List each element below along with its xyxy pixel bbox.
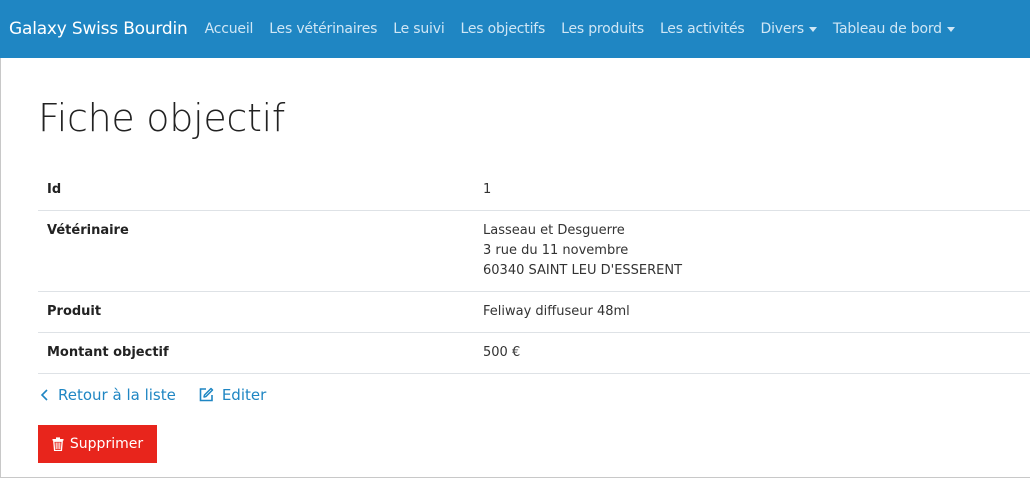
back-to-list-link[interactable]: Retour à la liste bbox=[40, 386, 176, 404]
nav-item-objectifs[interactable]: Les objectifs bbox=[461, 21, 546, 37]
nav-dropdown-divers-label: Divers bbox=[760, 21, 805, 37]
produit-label: Produit bbox=[38, 291, 474, 333]
veterinaire-name: Lasseau et Desguerre bbox=[483, 223, 625, 238]
table-row: Produit Feliway diffuseur 48ml bbox=[38, 291, 1030, 333]
delete-label: Supprimer bbox=[69, 436, 144, 452]
id-label: Id bbox=[47, 182, 62, 197]
edit-link[interactable]: Editer bbox=[198, 386, 266, 404]
details-table: Id 1 Vétérinaire Lasseau et Desguerre 3 … bbox=[38, 170, 1030, 374]
delete-button[interactable]: Supprimer bbox=[38, 425, 157, 463]
brand-link[interactable]: Galaxy Swiss Bourdin bbox=[9, 19, 188, 39]
page-title: Fiche objectif bbox=[38, 96, 285, 140]
nav-item-suivi[interactable]: Le suivi bbox=[393, 21, 444, 37]
chevron-left-icon bbox=[40, 389, 48, 401]
nav-dropdown-tableau-label: Tableau de bord bbox=[832, 21, 942, 37]
veterinaire-value: Lasseau et Desguerre 3 rue du 11 novembr… bbox=[474, 210, 1030, 292]
edit-icon bbox=[199, 387, 214, 402]
nav-item-veterinaires[interactable]: Les vétérinaires bbox=[269, 21, 377, 37]
caret-down-icon bbox=[946, 26, 955, 32]
veterinaire-street: 3 rue du 11 novembre bbox=[483, 243, 629, 258]
table-row: Id 1 bbox=[38, 170, 1030, 211]
nav-item-activites[interactable]: Les activités bbox=[660, 21, 745, 37]
top-navbar: Galaxy Swiss Bourdin Accueil Les vétérin… bbox=[0, 0, 1030, 58]
nav-dropdown-divers[interactable]: Divers bbox=[761, 21, 817, 37]
nav-item-produits[interactable]: Les produits bbox=[561, 21, 644, 37]
action-links: Retour à la liste Editer bbox=[40, 386, 288, 404]
produit-value: Feliway diffuseur 48ml bbox=[474, 291, 1030, 333]
back-to-list-label: Retour à la liste bbox=[58, 386, 176, 404]
caret-down-icon bbox=[808, 26, 817, 32]
table-row: Vétérinaire Lasseau et Desguerre 3 rue d… bbox=[38, 210, 1030, 292]
table-row: Montant objectif 500 € bbox=[38, 332, 1030, 374]
montant-label: Montant objectif bbox=[38, 332, 474, 374]
edit-label: Editer bbox=[221, 386, 267, 404]
trash-icon bbox=[52, 437, 64, 451]
veterinaire-label: Vétérinaire bbox=[38, 210, 474, 292]
id-value: 1 bbox=[483, 182, 492, 197]
nav-item-accueil[interactable]: Accueil bbox=[205, 21, 254, 37]
veterinaire-city: 60340 SAINT LEU D'ESSERENT bbox=[483, 263, 683, 278]
montant-value: 500 € bbox=[474, 332, 1030, 374]
nav-dropdown-tableau-de-bord[interactable]: Tableau de bord bbox=[833, 21, 955, 37]
